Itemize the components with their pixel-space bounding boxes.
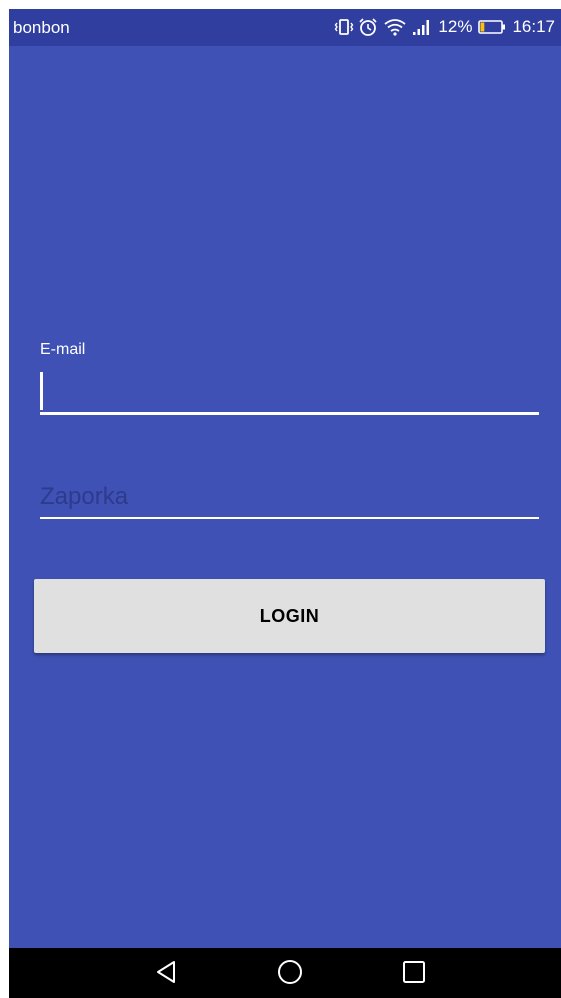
- password-underline: [40, 517, 539, 519]
- login-button[interactable]: LOGIN: [34, 579, 545, 653]
- password-input[interactable]: [40, 477, 539, 517]
- navigation-bar: [9, 948, 561, 998]
- status-bar: bonbon 12% 16:17: [9, 9, 561, 46]
- home-button[interactable]: [268, 956, 312, 992]
- recents-button[interactable]: [392, 956, 436, 992]
- wifi-icon: [384, 18, 406, 36]
- battery-percent: 12%: [438, 17, 473, 36]
- back-button[interactable]: [144, 956, 188, 992]
- battery-icon: [478, 19, 506, 35]
- status-indicators: 12% 16:17: [334, 17, 555, 37]
- password-field[interactable]: [40, 477, 539, 521]
- email-input[interactable]: [40, 364, 539, 412]
- back-icon: [155, 960, 177, 989]
- email-field[interactable]: [40, 364, 539, 416]
- status-app-name: bonbon: [13, 18, 70, 37]
- signal-icon: [412, 18, 432, 36]
- email-label: E-mail: [40, 341, 86, 358]
- recents-icon: [402, 960, 426, 989]
- text-cursor: [40, 372, 43, 410]
- status-time: 16:17: [512, 17, 555, 36]
- home-icon: [277, 959, 303, 990]
- vibrate-icon: [334, 18, 354, 36]
- alarm-icon: [358, 17, 378, 37]
- email-underline: [40, 412, 539, 415]
- app-screen: bonbon 12% 16:17 E-mail LOGIN: [9, 9, 561, 998]
